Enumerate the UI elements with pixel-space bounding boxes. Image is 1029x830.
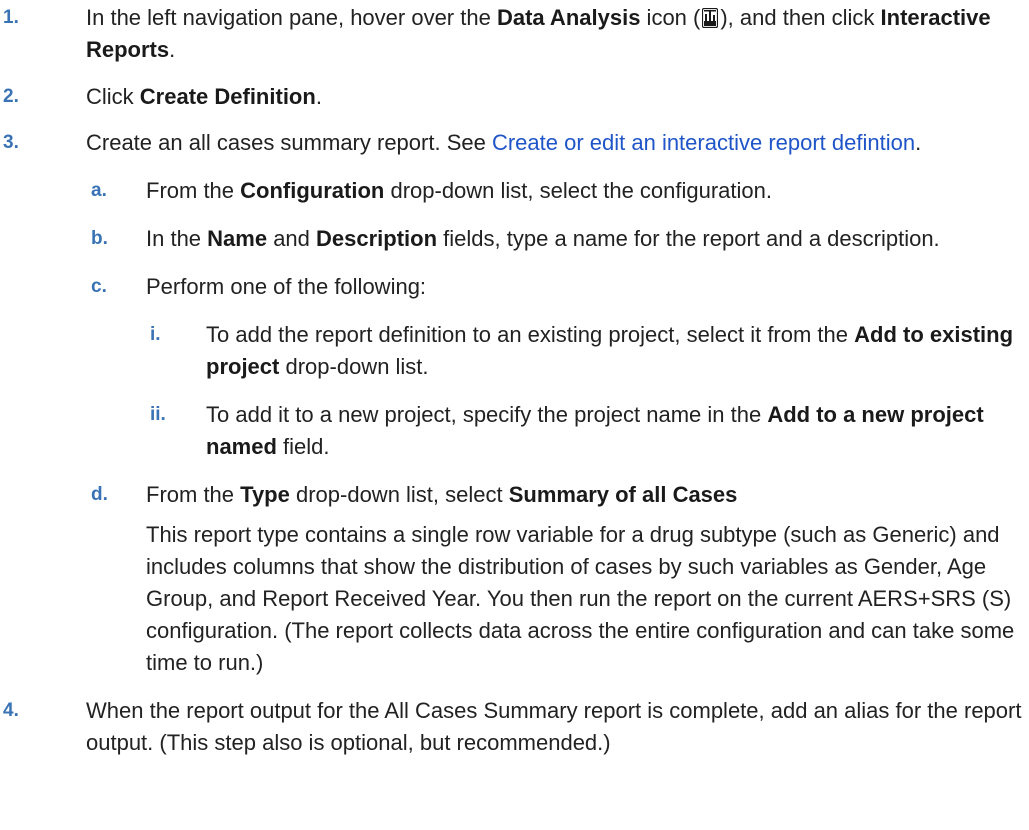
option-i: i. To add the report definition to an ex… — [0, 319, 1029, 383]
option-text: To add it to a new project, specify the … — [206, 402, 984, 459]
summary-of-all-cases-label: Summary of all Cases — [508, 482, 738, 507]
step-number: 3. — [3, 132, 19, 153]
procedure-document: 1. In the left navigation pane, hover ov… — [0, 0, 1029, 759]
substep-text: Perform one of the following: — [146, 274, 427, 299]
substep-text: In the Name and Description fields, type… — [146, 226, 940, 251]
step-text: Click Create Definition. — [86, 84, 322, 109]
create-definition-label: Create Definition — [139, 84, 316, 109]
substep-letter: d. — [91, 484, 108, 505]
step-number: 2. — [3, 86, 19, 107]
type-label: Type — [240, 482, 290, 507]
description-label: Description — [316, 226, 438, 251]
substep-b: b. In the Name and Description fields, t… — [0, 223, 1029, 255]
substep-letter: a. — [91, 180, 107, 201]
option-text: To add the report definition to an exist… — [206, 322, 1014, 379]
substep-text: From the Configuration drop-down list, s… — [146, 178, 772, 203]
step-text: Create an all cases summary report. See … — [86, 130, 922, 155]
step-text: When the report output for the All Cases… — [86, 698, 1022, 755]
create-report-definition-link[interactable]: Create or edit an interactive report def… — [492, 130, 915, 155]
substep-a: a. From the Configuration drop-down list… — [0, 175, 1029, 207]
report-type-explanation: This report type contains a single row v… — [146, 522, 1015, 675]
data-analysis-icon — [702, 5, 719, 29]
step-1: 1. In the left navigation pane, hover ov… — [0, 2, 1029, 66]
substep-letter: b. — [91, 228, 108, 249]
name-label: Name — [207, 226, 268, 251]
step-2: 2. Click Create Definition. — [0, 81, 1029, 113]
option-numeral: ii. — [150, 404, 166, 425]
substep-d: d. From the Type drop-down list, select … — [0, 479, 1029, 511]
step-4: 4. When the report output for the All Ca… — [0, 695, 1029, 759]
substep-text: From the Type drop-down list, select Sum… — [146, 482, 738, 507]
step-number: 1. — [3, 7, 19, 28]
substep-letter: c. — [91, 276, 107, 297]
step-3: 3. Create an all cases summary report. S… — [0, 127, 1029, 159]
option-numeral: i. — [150, 324, 161, 345]
substep-c: c. Perform one of the following: — [0, 271, 1029, 303]
data-analysis-label: Data Analysis — [496, 5, 641, 30]
step-text: In the left navigation pane, hover over … — [86, 5, 991, 62]
option-ii: ii. To add it to a new project, specify … — [0, 399, 1029, 463]
step-number: 4. — [3, 700, 19, 721]
configuration-label: Configuration — [240, 178, 385, 203]
